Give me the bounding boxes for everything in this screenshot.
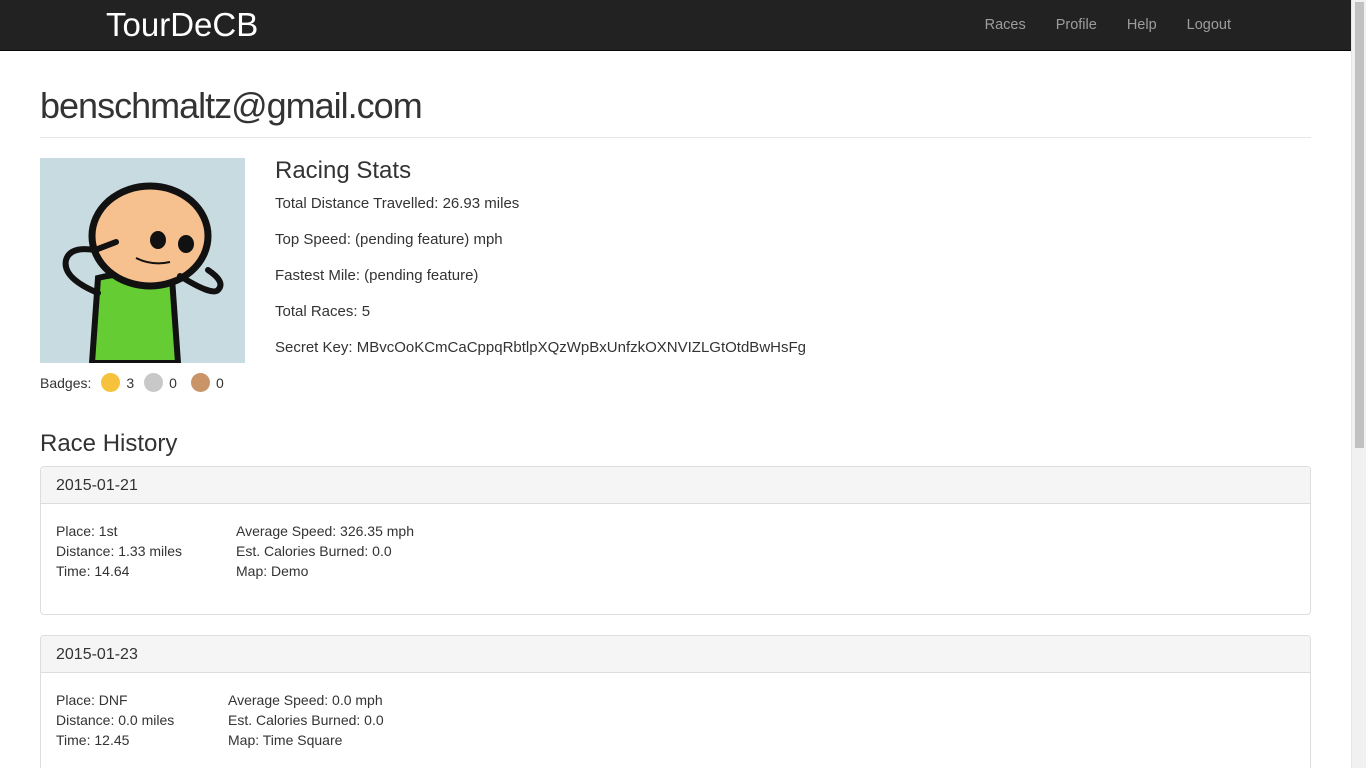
race-details: Place: 1st Distance: 1.33 miles Time: 14… — [41, 504, 1310, 579]
race-place: Place: 1st — [56, 523, 118, 539]
gold-badge-icon — [101, 373, 121, 392]
page-title: benschmaltz@gmail.com — [40, 85, 423, 126]
race-map: Map: Time Square — [228, 732, 343, 748]
race-details: Place: DNF Distance: 0.0 miles Time: 12.… — [41, 673, 1310, 748]
race-calories: Est. Calories Burned: 0.0 — [228, 712, 384, 728]
stat-total-distance: Total Distance Travelled: 26.93 miles — [275, 195, 520, 212]
race-date: 2015-01-23 — [41, 636, 1310, 673]
silver-badge-icon — [144, 373, 164, 392]
race-place: Place: DNF — [56, 692, 128, 708]
race-history-title: Race History — [40, 430, 178, 457]
race-date: 2015-01-21 — [41, 467, 1310, 504]
race-time: Time: 14.64 — [56, 563, 130, 579]
stat-fastest-mile: Fastest Mile: (pending feature) — [275, 267, 479, 284]
stat-top-speed: Top Speed: (pending feature) mph — [275, 231, 503, 248]
race-map: Map: Demo — [236, 563, 309, 579]
main-content: benschmaltz@gmail.com Badges: 3 0 0 Raci… — [40, 51, 1311, 408]
gold-badge-count: 3 — [126, 374, 135, 391]
top-navbar: TourDeCB Races Profile Help Logout — [0, 0, 1351, 51]
race-col-left: Place: DNF Distance: 0.0 miles Time: 12.… — [56, 690, 174, 750]
bronze-badge-icon — [190, 373, 210, 392]
badges-label: Badges: — [40, 374, 92, 391]
bronze-badge-count: 0 — [215, 374, 224, 391]
badges-row: Badges: 3 0 0 — [40, 373, 224, 392]
race-distance: Distance: 1.33 miles — [56, 543, 183, 559]
race-time: Time: 12.45 — [56, 732, 130, 748]
racing-stats: Racing Stats Total Distance Travelled: 2… — [275, 156, 806, 374]
race-panel: 2015-01-21 Place: 1st Distance: 1.33 mil… — [40, 466, 1311, 615]
silver-badge-count: 0 — [169, 374, 177, 391]
nav-help-link[interactable]: Help — [1127, 17, 1157, 33]
race-panel: 2015-01-23 Place: DNF Distance: 0.0 mile… — [40, 635, 1311, 768]
profile-section: Badges: 3 0 0 Racing Stats Total Distanc… — [40, 138, 1311, 408]
race-calories: Est. Calories Burned: 0.0 — [236, 543, 392, 559]
race-avg-speed: Average Speed: 326.35 mph — [236, 523, 414, 539]
avatar-cartoon-icon — [62, 182, 224, 363]
nav-links: Races Profile Help Logout — [955, 0, 1231, 50]
race-col-right: Average Speed: 326.35 mph Est. Calories … — [236, 521, 414, 581]
brand-link[interactable]: TourDeCB — [106, 6, 258, 44]
scrollbar-thumb[interactable] — [1355, 2, 1364, 448]
race-col-right: Average Speed: 0.0 mph Est. Calories Bur… — [228, 690, 384, 750]
nav-races-link[interactable]: Races — [985, 17, 1026, 33]
nav-logout-link[interactable]: Logout — [1187, 17, 1231, 33]
race-avg-speed: Average Speed: 0.0 mph — [228, 692, 383, 708]
avatar — [40, 158, 245, 363]
stat-secret-key: Secret Key: MBvcOoKCmCaCppqRbtlpXQzWpBxU… — [275, 339, 806, 356]
page-scrollbar[interactable] — [1351, 0, 1366, 768]
race-col-left: Place: 1st Distance: 1.33 miles Time: 14… — [56, 521, 182, 581]
race-distance: Distance: 0.0 miles — [56, 712, 175, 728]
racing-stats-title: Racing Stats — [275, 157, 412, 184]
nav-profile-link[interactable]: Profile — [1056, 17, 1097, 33]
stat-total-races: Total Races: 5 — [275, 303, 371, 320]
